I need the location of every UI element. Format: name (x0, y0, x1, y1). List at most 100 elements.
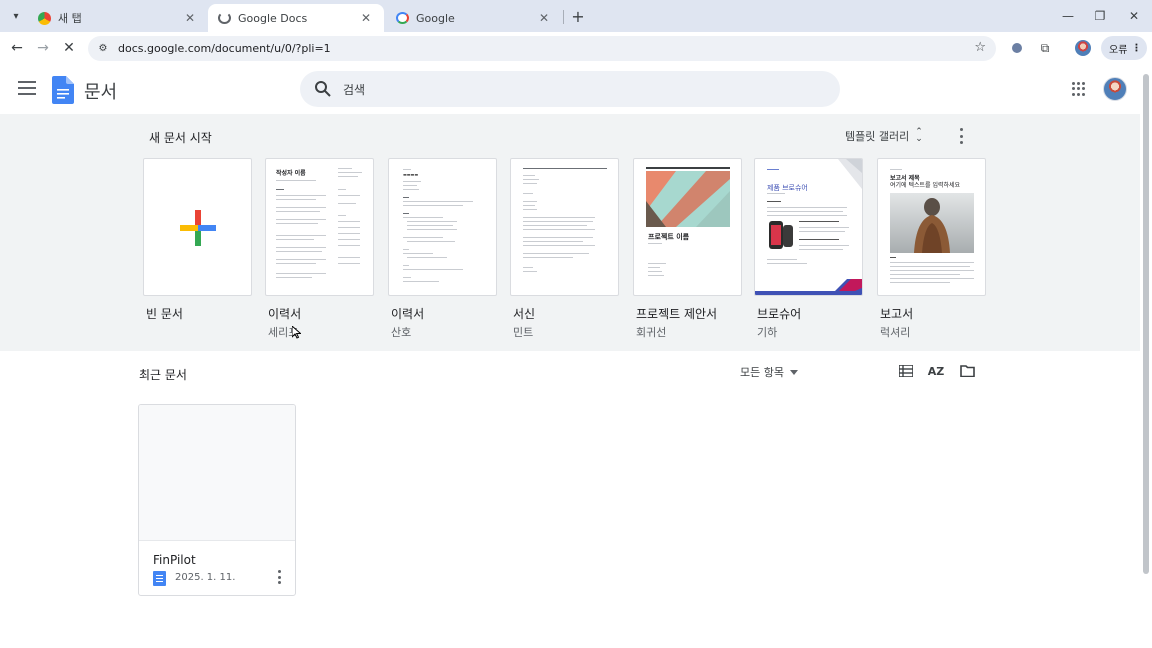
close-tab-icon[interactable]: ✕ (182, 11, 198, 25)
template-thumbnail[interactable]: ▬▬▬▬ (388, 158, 497, 296)
document-preview[interactable] (139, 405, 295, 541)
template-thumbnail[interactable]: 보고서 제목 여기에 텍스트를 입력하세요 (877, 158, 986, 296)
template-thumbnail[interactable] (143, 158, 252, 296)
recent-docs-title: 최근 문서 (139, 368, 187, 382)
mouse-cursor-icon (292, 326, 301, 339)
template-subtitle: 회귀선 (636, 326, 667, 339)
plus-icon (180, 210, 216, 246)
page-scrollbar[interactable] (1140, 64, 1152, 648)
tab-title: Google Docs (238, 11, 308, 25)
template-thumbnail[interactable]: 작성자 이름 (265, 158, 374, 296)
template-brochure[interactable]: 제품 브로슈어 브로슈어 기하 (754, 158, 863, 340)
template-gallery-button[interactable]: 템플릿 갤러리 ⌃ ⌄ (845, 128, 923, 144)
back-button[interactable]: ← (6, 37, 28, 59)
thumb-heading: 작성자 이름 (276, 170, 306, 177)
list-view-icon[interactable] (898, 363, 914, 379)
template-subtitle: 산호 (391, 326, 412, 339)
arrow-right-icon: → (37, 40, 49, 56)
close-icon: ✕ (1128, 9, 1140, 23)
dropdown-caret-icon (789, 369, 798, 375)
close-icon: ✕ (63, 40, 75, 56)
tab-search-button[interactable]: ▾ (6, 6, 26, 26)
chevron-down-icon: ▾ (13, 10, 19, 22)
scrollbar-thumb[interactable] (1143, 74, 1149, 574)
template-name: 보고서 (880, 307, 914, 321)
account-avatar[interactable] (1103, 77, 1127, 101)
filter-label: 모든 항목 (740, 366, 784, 379)
stop-loading-button[interactable]: ✕ (58, 37, 80, 59)
template-name: 이력서 (268, 307, 302, 321)
template-subtitle: 럭셔리 (880, 326, 911, 339)
close-tab-icon[interactable]: ✕ (536, 11, 552, 25)
google-g-icon (396, 12, 409, 24)
forward-button[interactable]: → (32, 37, 54, 59)
hamburger-menu-icon[interactable] (18, 81, 36, 97)
thumb-graphic (646, 171, 730, 227)
template-thumbnail[interactable]: 제품 브로슈어 (754, 158, 863, 296)
tab-new-tab[interactable]: 새 탭 ✕ (28, 4, 208, 32)
new-tab-button[interactable]: + (568, 6, 588, 26)
template-resume-coral[interactable]: ▬▬▬▬ 이력서 산호 (388, 158, 497, 340)
template-blank[interactable]: 빈 문서 (143, 158, 252, 322)
tab-title: Google (416, 11, 455, 25)
template-name: 빈 문서 (146, 307, 183, 321)
profile-error-chip[interactable]: 오류 ⋮ (1101, 36, 1147, 60)
close-window-button[interactable]: ✕ (1124, 6, 1144, 26)
template-project-proposal[interactable]: 프로젝트 이름 프로젝트 제안서 회귀선 (633, 158, 742, 340)
tab-google[interactable]: Google ✕ (386, 4, 562, 32)
document-card[interactable]: FinPilot 2025. 1. 11. (138, 404, 296, 596)
app-name[interactable]: 문서 (84, 78, 117, 104)
template-name: 프로젝트 제안서 (636, 307, 718, 321)
template-subtitle: 민트 (513, 326, 534, 339)
plus-icon: + (571, 6, 585, 26)
template-subtitle: 기하 (757, 326, 778, 339)
document-title: FinPilot (153, 553, 196, 567)
template-report-luxury[interactable]: 보고서 제목 여기에 텍스트를 입력하세요 보고서 럭셔리 (877, 158, 986, 340)
extensions-puzzle-icon[interactable]: ⧉ (1036, 39, 1054, 57)
minimize-icon: — (1062, 9, 1074, 23)
template-thumbnail[interactable] (510, 158, 619, 296)
template-subtitle: 세리프 (268, 326, 299, 339)
kebab-menu-icon[interactable] (955, 128, 967, 144)
google-apps-icon[interactable] (1072, 82, 1086, 96)
thumb-footer-graphic (755, 279, 862, 295)
browser-toolbar: ← → ✕ ⚙ docs.google.com/document/u/0/?pl… (0, 32, 1152, 64)
thumb-subheading: 여기에 텍스트를 입력하세요 (890, 182, 961, 189)
docs-file-icon (153, 571, 166, 586)
restore-button[interactable]: ❐ (1090, 6, 1110, 26)
template-section: 새 문서 시작 템플릿 갤러리 ⌃ ⌄ 빈 문서 작성자 이름 이력서 세리프 … (0, 114, 1140, 351)
star-icon[interactable]: ☆ (974, 40, 986, 55)
thumb-graphic (838, 159, 862, 189)
search-input[interactable]: 검색 (300, 71, 840, 107)
document-date: 2025. 1. 11. (175, 572, 236, 583)
search-icon (315, 81, 331, 97)
extension-icon[interactable] (1008, 39, 1026, 57)
close-tab-icon[interactable]: ✕ (358, 11, 374, 25)
profile-avatar-icon[interactable] (1074, 39, 1092, 57)
unfold-icon: ⌃ ⌄ (915, 127, 923, 144)
template-name: 브로슈어 (757, 307, 802, 321)
section-title: 새 문서 시작 (149, 131, 212, 145)
minimize-button[interactable]: — (1058, 6, 1078, 26)
tab-divider (563, 10, 564, 24)
arrow-left-icon: ← (11, 40, 23, 56)
template-resume-serif[interactable]: 작성자 이름 이력서 세리프 (265, 158, 374, 340)
folder-icon[interactable] (959, 363, 975, 379)
site-info-icon[interactable]: ⚙ (96, 41, 110, 55)
search-placeholder: 검색 (343, 83, 366, 97)
template-letter-mint[interactable]: 서신 민트 (510, 158, 619, 340)
tab-google-docs[interactable]: Google Docs ✕ (208, 4, 384, 32)
address-bar[interactable]: ⚙ docs.google.com/document/u/0/?pli=1 ☆ (88, 36, 996, 61)
sort-az-icon[interactable]: AZ (928, 363, 945, 379)
chrome-icon (38, 11, 51, 25)
template-name: 서신 (513, 307, 536, 321)
thumb-heading: 프로젝트 이름 (648, 233, 690, 241)
template-thumbnail[interactable]: 프로젝트 이름 (633, 158, 742, 296)
loading-icon (218, 12, 231, 24)
owner-filter-dropdown[interactable]: 모든 항목 (740, 364, 798, 380)
kebab-menu-icon[interactable] (276, 570, 282, 584)
docs-logo-icon[interactable] (52, 76, 74, 104)
profile-chip-label: 오류 (1109, 44, 1128, 56)
docs-header: 문서 검색 (0, 64, 1140, 114)
restore-icon: ❐ (1094, 9, 1106, 23)
